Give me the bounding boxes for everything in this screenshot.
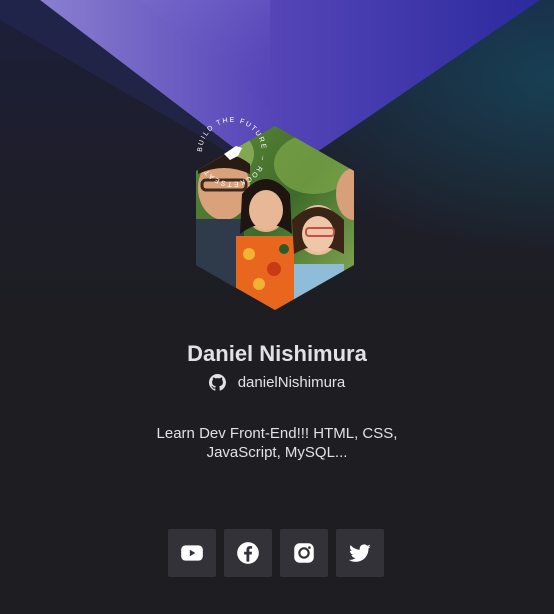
twitter-icon (348, 544, 371, 562)
github-username[interactable]: danielNishimura (238, 374, 346, 391)
youtube-icon (181, 545, 203, 561)
rocketseat-badge: BUILD THE FUTURE → ROCKETSEAT (197, 117, 266, 187)
facebook-icon (237, 542, 259, 564)
facebook-button[interactable] (224, 529, 272, 577)
instagram-icon (294, 543, 314, 563)
instagram-button[interactable] (280, 529, 328, 577)
github-link[interactable]: danielNishimura (0, 372, 554, 392)
avatar: BUILD THE FUTURE → ROCKETSEAT (194, 117, 356, 312)
profile-bio: Learn Dev Front-End!!! HTML, CSS, JavaSc… (156, 425, 398, 461)
github-icon (208, 373, 226, 391)
profile-name: Daniel Nishimura (187, 341, 367, 366)
social-links (168, 529, 384, 577)
twitter-button[interactable] (336, 529, 384, 577)
youtube-button[interactable] (168, 529, 216, 577)
